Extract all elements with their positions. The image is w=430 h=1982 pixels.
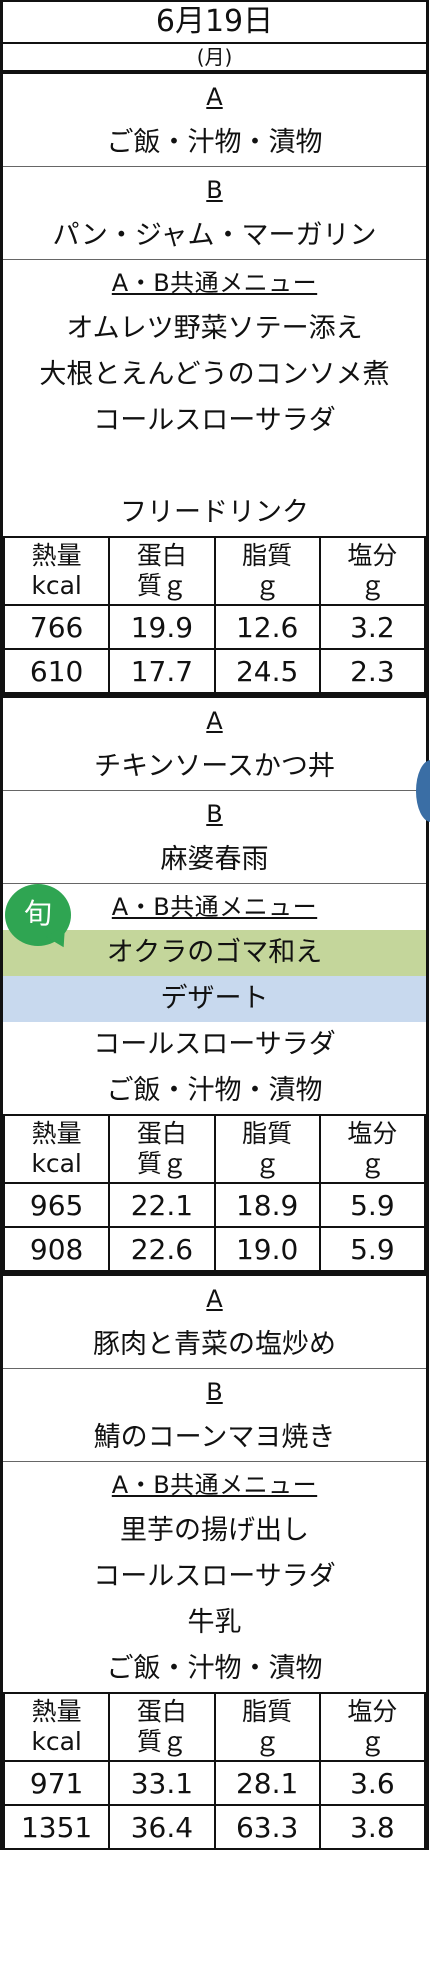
fat-value: 28.1 [213,1760,321,1806]
protein-header: 蛋白 質ｇ [108,536,216,606]
fat-value: 19.0 [213,1226,321,1272]
protein-value: 22.1 [108,1182,216,1228]
option-b-label: B [3,166,426,213]
energy-header: 熱量 kcal [2,536,111,606]
dessert-item: デザート [3,976,426,1022]
common-item: オムレツ野菜ソテー添え [66,313,363,344]
option-a-item: 豚肉と青菜の塩炒め [93,1329,336,1360]
nutrition-table: 熱量 kcal 蛋白 質ｇ 脂質 ｇ 塩分 ｇ 971 33.1 28.1 3.6 13… [2,1692,427,1850]
fat-header: 脂質 ｇ [213,536,321,606]
seasonal-badge-icon: 旬 [5,884,71,946]
energy-value: 610 [2,648,111,694]
common-menu-label: A・B共通メニュー [3,1461,426,1508]
fat-value: 63.3 [213,1804,321,1850]
nutrition-table: 熱量 kcal 蛋白 質ｇ 脂質 ｇ 塩分 ｇ 766 19.9 12.6 3.2 61… [2,536,427,694]
protein-value: 17.7 [108,648,216,694]
weekday-label: (月) [196,45,233,69]
protein-header: 蛋白 質ｇ [108,1114,216,1184]
protein-header: 蛋白 質ｇ [108,1692,216,1762]
option-a-label: A [206,1285,223,1313]
salt-value: 5.9 [318,1226,427,1272]
option-b-item: 鯖のコーンマヨ焼き [93,1422,336,1453]
energy-value: 965 [2,1182,111,1228]
option-b-label: B [3,1368,426,1415]
option-b-label: B [3,790,426,837]
energy-value: 908 [2,1226,111,1272]
fat-header: 脂質 ｇ [213,1692,321,1762]
salt-value: 3.2 [318,604,427,650]
energy-header: 熱量 kcal [2,1692,111,1762]
salt-header: 塩分 ｇ [318,536,427,606]
option-a-item: チキンソースかつ丼 [94,751,335,782]
option-b-item: 麻婆春雨 [160,844,269,875]
common-item: ご飯・汁物・漬物 [106,1653,323,1684]
table-row: 610 17.7 24.5 2.3 [2,648,427,694]
common-item: コールスローサラダ [93,405,336,436]
option-a-label: A [206,83,223,111]
salt-value: 3.8 [318,1804,427,1850]
common-item: コールスローサラダ [93,1561,336,1592]
salt-value: 5.9 [318,1182,427,1228]
common-item: コールスローサラダ [93,1029,336,1060]
fat-value: 12.6 [213,604,321,650]
table-row: 1351 36.4 63.3 3.8 [2,1804,427,1850]
common-item: 里芋の揚げ出し [120,1515,309,1546]
table-row: 965 22.1 18.9 5.9 [2,1182,427,1228]
common-item: 大根とえんどうのコンソメ煮 [39,359,390,390]
nutrition-table: 熱量 kcal 蛋白 質ｇ 脂質 ｇ 塩分 ｇ 965 22.1 18.9 5.9 90… [2,1114,427,1272]
common-item [3,444,426,490]
option-b-item: パン・ジャム・マーガリン [52,220,377,251]
energy-value: 971 [2,1760,111,1806]
energy-value: 1351 [2,1804,111,1850]
menu-block-2: A チキンソースかつ丼 B 麻婆春雨 A・B共通メニュー オクラのゴマ和え デザ… [0,694,429,1272]
salt-value: 3.6 [318,1760,427,1806]
protein-value: 19.9 [108,604,216,650]
fat-header: 脂質 ｇ [213,1114,321,1184]
option-a-label: A [206,707,223,735]
salt-value: 2.3 [318,648,427,694]
date-header: 6月19日 (月) [0,0,429,70]
protein-value: 22.6 [108,1226,216,1272]
table-row: 908 22.6 19.0 5.9 [2,1226,427,1272]
salt-header: 塩分 ｇ [318,1692,427,1762]
energy-value: 766 [2,604,111,650]
table-row: 971 33.1 28.1 3.6 [2,1760,427,1806]
menu-block-1: A ご飯・汁物・漬物 B パン・ジャム・マーガリン A・B共通メニュー オムレツ… [0,70,429,694]
menu-block-3: A 豚肉と青菜の塩炒め B 鯖のコーンマヨ焼き A・B共通メニュー 里芋の揚げ出… [0,1272,429,1850]
energy-header: 熱量 kcal [2,1114,111,1184]
fat-value: 24.5 [213,648,321,694]
menu-sheet: 6月19日 (月) A ご飯・汁物・漬物 B パン・ジャム・マーガリン A・B共… [0,0,429,1850]
salt-header: 塩分 ｇ [318,1114,427,1184]
protein-value: 36.4 [108,1804,216,1850]
date-label: 6月19日 [3,2,426,44]
option-a-item: ご飯・汁物・漬物 [106,127,323,158]
common-menu-label: A・B共通メニュー [3,259,426,306]
table-row: 766 19.9 12.6 3.2 [2,604,427,650]
protein-value: 33.1 [108,1760,216,1806]
common-item: フリードリンク [120,497,309,528]
common-item: 牛乳 [187,1607,242,1638]
fat-value: 18.9 [213,1182,321,1228]
common-item: ご飯・汁物・漬物 [106,1075,323,1106]
